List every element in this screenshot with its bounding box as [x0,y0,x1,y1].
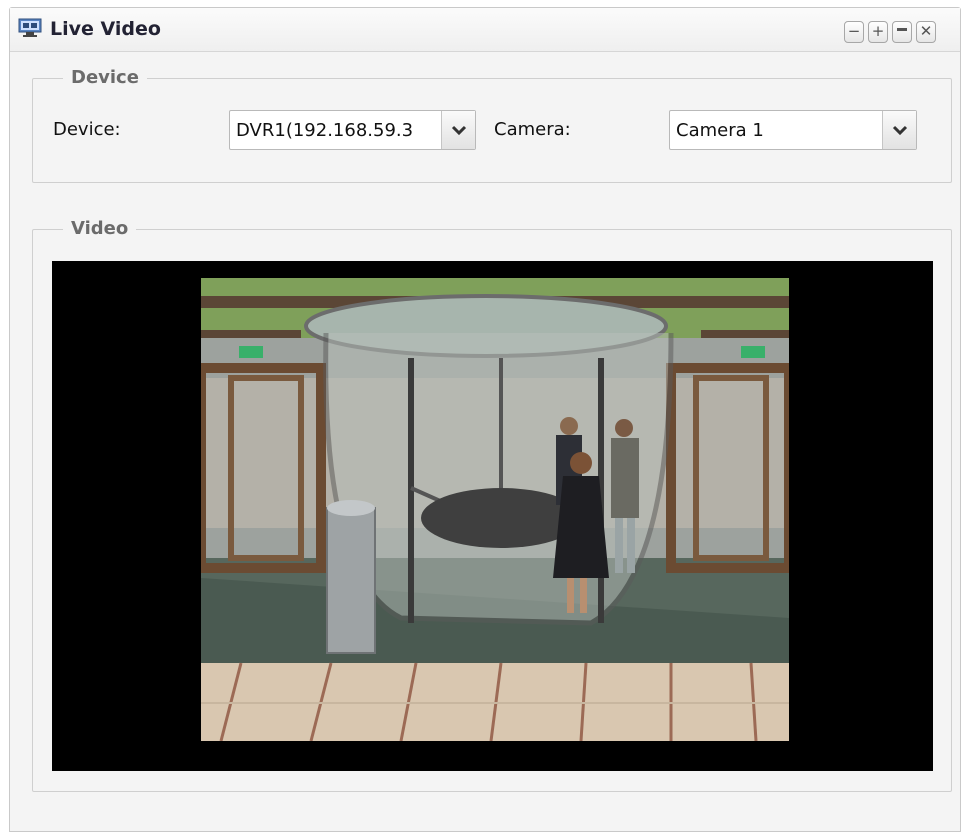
camera-monitor-icon [18,18,42,37]
close-icon[interactable]: ✕ [916,21,936,43]
device-group: Device Device: DVR1(192.168.59.3 Camera:… [32,67,952,183]
device-group-legend: Device [63,67,147,88]
device-select[interactable]: DVR1(192.168.59.3 [229,110,476,150]
live-camera-frame [201,278,789,741]
chevron-down-icon[interactable] [882,111,916,149]
restore-icon[interactable] [892,21,912,43]
video-group-legend: Video [63,218,137,239]
camera-feed-image [201,278,789,741]
video-display[interactable] [52,261,933,771]
chevron-down-icon[interactable] [441,111,475,149]
camera-select[interactable]: Camera 1 [669,110,917,150]
live-video-window: Live Video − + ✕ Device Device: DVR1(192… [9,7,961,832]
maximize-icon[interactable]: + [868,21,888,43]
camera-select-value: Camera 1 [676,120,764,141]
device-label: Device: [53,119,121,140]
device-select-value: DVR1(192.168.59.3 [236,120,414,141]
title-bar[interactable]: Live Video − + ✕ [10,8,960,52]
restore-glyph-icon [897,28,907,31]
camera-label: Camera: [494,119,571,140]
minimize-icon[interactable]: − [844,21,864,43]
window-title: Live Video [50,18,161,40]
